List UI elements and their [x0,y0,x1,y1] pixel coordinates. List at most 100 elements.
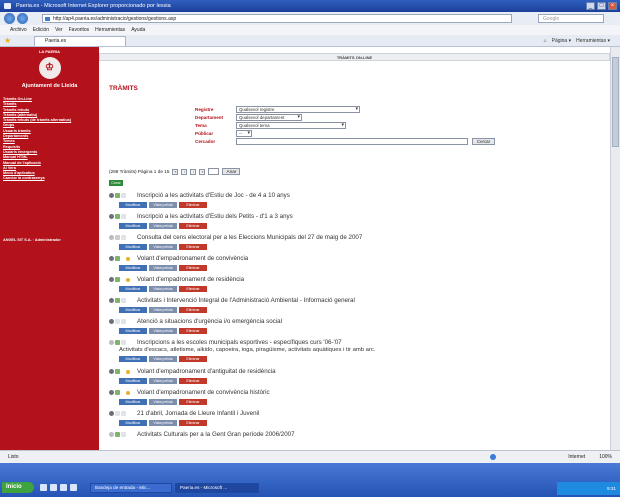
last-page-icon[interactable]: » [199,168,206,175]
quicklaunch-icon[interactable] [60,484,67,491]
prev-page-icon[interactable]: ‹ [181,168,188,175]
modify-button[interactable]: Modificar [119,399,147,405]
public-select[interactable]: -- [236,130,252,137]
tema-select[interactable]: Qualsevol tema [236,122,346,129]
menu-item-edit[interactable]: Edición [33,25,49,35]
row-status-icons [109,390,130,396]
row-title[interactable]: Atenció a situacions d'urgència i/o emer… [137,318,282,326]
row-title[interactable]: Consulta del cens electoral per a les El… [137,234,362,242]
delete-button[interactable]: Eliminar [179,307,207,313]
tema-label: Tema [195,123,207,128]
vertical-scrollbar[interactable] [610,47,620,450]
minimize-button[interactable]: _ [586,2,595,10]
maximize-button[interactable]: □ [597,2,606,10]
address-field[interactable]: http://ap4.paeria.es/administracio/gesti… [42,14,512,23]
menu-item-help[interactable]: Ayuda [131,25,145,35]
first-page-icon[interactable]: « [172,168,179,175]
row-title[interactable]: Volant d'empadronament de residència [137,276,244,284]
page-menu[interactable]: Página ▾ [552,36,571,46]
delete-button[interactable]: Eliminar [179,244,207,250]
next-page-icon[interactable]: › [190,168,197,175]
list-item: Volant d'empadronament d'antiguitat de r… [109,368,604,389]
modify-button[interactable]: Modificar [119,420,147,426]
preview-button[interactable]: Vista prèvia [149,307,177,313]
sidebar-nav: Tràmits On-Line Tràmits Tràmits rebuts T… [0,97,99,182]
modify-button[interactable]: Modificar [119,328,147,334]
cercador-input[interactable] [236,138,468,145]
quicklaunch-icon[interactable] [50,484,57,491]
delete-button[interactable]: Eliminar [179,420,207,426]
modify-button[interactable]: Modificar [119,223,147,229]
row-status-icons [109,340,128,346]
row-title[interactable]: Inscripció a les activitats d'Estiu de J… [137,192,290,200]
taskbar-item-outlook[interactable]: Bandeja de entrada - Mic... [90,483,172,493]
scrollbar-thumb[interactable] [612,57,619,147]
start-button[interactable]: Inicio [2,482,34,493]
home-icon[interactable]: ⌂ [544,36,547,46]
menu-item-favorites[interactable]: Favoritos [69,25,90,35]
search-input[interactable]: Google [538,14,604,23]
ie-icon [4,3,11,9]
preview-button[interactable]: Vista prèvia [149,265,177,271]
row-title[interactable]: Volant d'empadronament d'antiguitat de r… [137,368,276,376]
tab-paeria[interactable]: Paeria.es [34,36,126,46]
row-title[interactable]: Volant d'empadronament de convivència [137,255,248,263]
menu-item-tools[interactable]: Herramientas [95,25,125,35]
departament-select[interactable]: Qualsevol departament [236,114,302,121]
system-tray: 9:31 [557,482,620,495]
preview-button[interactable]: Vista prèvia [149,399,177,405]
header-bar: TRÀMITS ON-LINE [99,53,610,61]
sidebar-user: ANGEL SIT S.A. · Administrador [3,238,61,242]
row-title[interactable]: Inscripció a les activitats d'Estiu dels… [137,213,293,221]
favorites-star-icon[interactable]: ★ [4,37,12,45]
preview-button[interactable]: Vista prèvia [149,328,177,334]
row-title[interactable]: Volant d'empadronament de convivència hi… [137,389,270,397]
preview-button[interactable]: Vista prèvia [149,378,177,384]
preview-button[interactable]: Vista prèvia [149,223,177,229]
delete-button[interactable]: Eliminar [179,265,207,271]
list-item: Activitats Culturals per a la Gent Gran … [109,431,604,450]
preview-button[interactable]: Vista prèvia [149,356,177,362]
menu-bar: Archivo Edición Ver Favoritos Herramient… [0,25,620,35]
modify-button[interactable]: Modificar [119,202,147,208]
modify-button[interactable]: Modificar [119,378,147,384]
window-titlebar: Paeria.es - Microsoft Internet Explorer … [0,0,620,12]
menu-item-file[interactable]: Archivo [10,25,27,35]
go-button[interactable]: Anar [222,168,241,175]
forward-button[interactable] [17,13,28,24]
modify-button[interactable]: Modificar [119,265,147,271]
back-button[interactable] [4,13,15,24]
preview-button[interactable]: Vista prèvia [149,244,177,250]
quicklaunch-icon[interactable] [40,484,47,491]
search-button[interactable]: Cercar [472,138,495,145]
zoom-level[interactable]: 100% [599,451,612,463]
delete-button[interactable]: Eliminar [179,356,207,362]
preview-button[interactable]: Vista prèvia [149,286,177,292]
row-title[interactable]: Inscripcions a les escoles municipals es… [137,339,342,347]
preview-button[interactable]: Vista prèvia [149,202,177,208]
tools-menu[interactable]: Herramientas ▾ [576,36,610,46]
modify-button[interactable]: Modificar [119,356,147,362]
modify-button[interactable]: Modificar [119,286,147,292]
delete-button[interactable]: Eliminar [179,286,207,292]
delete-button[interactable]: Eliminar [179,328,207,334]
delete-button[interactable]: Eliminar [179,378,207,384]
modify-button[interactable]: Modificar [119,244,147,250]
row-title[interactable]: Activitats Culturals per a la Gent Gran … [137,431,295,439]
quicklaunch-icon[interactable] [70,484,77,491]
row-title[interactable]: 21 d'abril, Jornada de Lleure Infantil i… [137,410,259,418]
registre-select[interactable]: Qualsevol registre [236,106,360,113]
delete-button[interactable]: Eliminar [179,223,207,229]
window-title: Paeria.es - Microsoft Internet Explorer … [16,3,171,9]
close-button[interactable]: × [608,2,617,10]
preview-button[interactable]: Vista prèvia [149,420,177,426]
taskbar-item-ie[interactable]: Paeria.es - Microsoft ... [175,483,259,493]
delete-button[interactable]: Eliminar [179,202,207,208]
modify-button[interactable]: Modificar [119,307,147,313]
create-button[interactable]: Crear [109,180,123,186]
row-title[interactable]: Activitats i Intervenció Integral de l'A… [137,297,355,305]
page-input[interactable] [208,168,220,175]
menu-item-view[interactable]: Ver [55,25,63,35]
delete-button[interactable]: Eliminar [179,399,207,405]
sidebar-item[interactable]: Canviar la contrasenya [3,176,99,181]
